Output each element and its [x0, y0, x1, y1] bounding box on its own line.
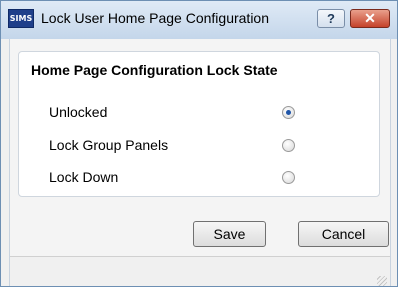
option-label-lock-group-panels[interactable]: Lock Group Panels — [49, 137, 168, 153]
radio-unlocked[interactable] — [282, 106, 295, 119]
resize-grip-icon[interactable] — [377, 276, 387, 286]
option-label-lock-down[interactable]: Lock Down — [49, 169, 118, 185]
close-button[interactable]: ✕ — [350, 9, 390, 28]
radio-lock-group-panels[interactable] — [282, 139, 295, 152]
help-button[interactable]: ? — [317, 9, 345, 28]
group-title: Home Page Configuration Lock State — [31, 62, 278, 78]
cancel-button[interactable]: Cancel — [298, 221, 389, 247]
dialog-content: Home Page Configuration Lock State Unloc… — [9, 39, 391, 286]
radio-lock-down[interactable] — [282, 171, 295, 184]
lock-state-group: Home Page Configuration Lock State Unloc… — [18, 51, 380, 197]
option-label-unlocked[interactable]: Unlocked — [49, 104, 107, 120]
window-title: Lock User Home Page Configuration — [41, 10, 270, 26]
title-bar[interactable]: SIMS Lock User Home Page Configuration ?… — [1, 1, 397, 39]
dialog-window: SIMS Lock User Home Page Configuration ?… — [0, 0, 398, 287]
sims-app-icon: SIMS — [8, 9, 34, 28]
close-icon: ✕ — [364, 10, 376, 26]
status-bar — [10, 256, 390, 286]
question-mark-icon: ? — [327, 11, 335, 26]
save-button[interactable]: Save — [193, 221, 266, 247]
